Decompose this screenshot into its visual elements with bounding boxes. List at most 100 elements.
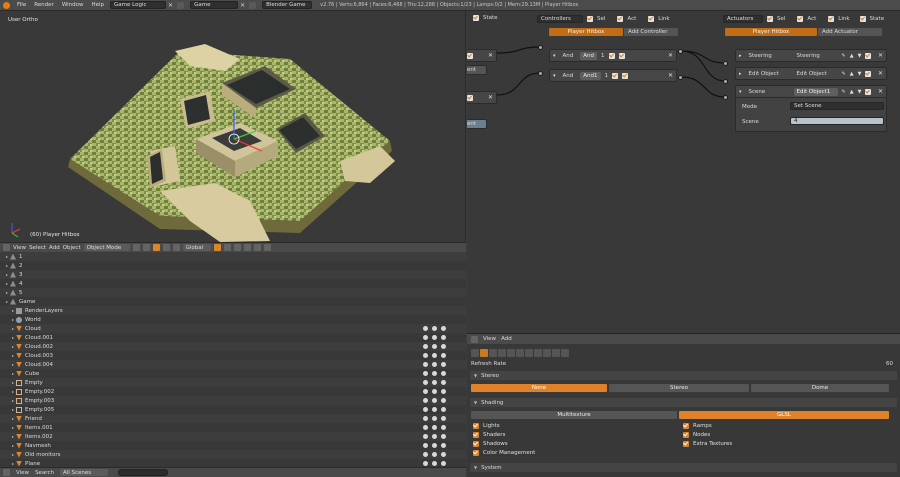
actuator-input-socket[interactable] <box>723 61 728 66</box>
close-icon[interactable]: ✕ <box>168 2 173 9</box>
outliner-item-label[interactable]: World <box>25 317 41 323</box>
eye-icon[interactable] <box>423 434 428 439</box>
layer-4-icon[interactable] <box>243 244 251 251</box>
outliner-item-label[interactable]: Empty.002 <box>25 389 54 395</box>
active-checkbox[interactable] <box>467 52 473 59</box>
camera-icon[interactable] <box>441 371 446 376</box>
act-checkbox[interactable] <box>797 16 804 22</box>
actuator-input-socket[interactable] <box>723 79 728 84</box>
active-checkbox[interactable] <box>618 52 625 59</box>
extra-textures-checkbox[interactable] <box>683 441 689 447</box>
outliner-item-label[interactable]: Items.002 <box>25 434 53 440</box>
expand-icon[interactable]: ▸ <box>10 461 16 466</box>
outliner-item-label[interactable]: Friend <box>25 416 42 422</box>
camera-icon[interactable] <box>441 335 446 340</box>
sensor-field[interactable]: ent <box>467 119 487 129</box>
actuator-brick[interactable]: ▾ Scene Edit Object1 ✎ ▲ ▼ ✕ <box>735 85 887 98</box>
controller-brick[interactable]: ▾ And And1 1 ✕ <box>549 69 677 82</box>
outliner-row[interactable]: ▸ Friend <box>0 414 466 423</box>
menu-object[interactable]: Object <box>63 245 81 251</box>
outliner-row[interactable]: ▸ Empty <box>0 378 466 387</box>
system-panel-header[interactable]: ▼ System <box>470 463 897 472</box>
expand-icon[interactable]: ▸ <box>739 71 742 77</box>
eye-icon[interactable] <box>423 371 428 376</box>
outliner-item-label[interactable]: Plane <box>25 461 40 467</box>
cursor-icon[interactable] <box>432 443 437 448</box>
outliner-item-label[interactable]: Empty <box>25 380 43 386</box>
expand-icon[interactable]: ▸ <box>10 326 16 331</box>
stereo-stereo-button[interactable]: Stereo <box>609 384 749 392</box>
expand-icon[interactable]: ▸ <box>10 335 16 340</box>
ramps-checkbox[interactable] <box>683 423 689 429</box>
editor-type-icon[interactable] <box>3 244 10 251</box>
snap-icon[interactable] <box>253 244 261 251</box>
controller-output-socket[interactable] <box>678 75 683 80</box>
camera-icon[interactable] <box>441 407 446 412</box>
shaders-checkbox-row[interactable]: Shaders <box>473 432 505 438</box>
sel-checkbox[interactable] <box>587 16 593 22</box>
preference-checkbox[interactable] <box>608 52 615 59</box>
editor-type-icon[interactable] <box>471 335 478 343</box>
close-icon[interactable]: ✕ <box>878 88 883 95</box>
menu-add[interactable]: Add <box>49 245 60 251</box>
layer-2-icon[interactable] <box>223 244 231 251</box>
outliner-item-label[interactable]: Game <box>19 299 35 305</box>
outliner-item-label[interactable]: Empty.005 <box>25 407 54 413</box>
move-down-icon[interactable]: ▼ <box>858 89 862 95</box>
lights-checkbox-row[interactable]: Lights <box>473 423 500 429</box>
eye-icon[interactable] <box>423 326 428 331</box>
pin-icon[interactable]: ✎ <box>842 89 846 95</box>
layer-1-icon[interactable] <box>213 244 221 251</box>
move-up-icon[interactable]: ▲ <box>850 53 854 59</box>
menu-view[interactable]: View <box>16 470 29 476</box>
move-down-icon[interactable]: ▼ <box>858 71 862 77</box>
outliner-item-label[interactable]: Navmesh <box>25 443 51 449</box>
move-up-icon[interactable]: ▲ <box>850 71 854 77</box>
outliner-item-label[interactable]: 1 <box>19 254 23 260</box>
close-icon[interactable]: ✕ <box>240 2 245 9</box>
menu-window[interactable]: Window <box>58 2 88 8</box>
shading-multitexture-button[interactable]: Multitexture <box>471 411 677 419</box>
move-down-icon[interactable]: ▼ <box>858 53 862 59</box>
active-checkbox[interactable] <box>467 94 473 101</box>
display-mode-select[interactable]: All Scenes <box>59 469 108 476</box>
expand-icon[interactable]: ▸ <box>4 299 10 304</box>
scene-tab-icon[interactable] <box>489 349 497 357</box>
pin-icon[interactable]: ✎ <box>842 71 846 77</box>
camera-icon[interactable] <box>441 326 446 331</box>
ramps-checkbox-row[interactable]: Ramps <box>683 423 712 429</box>
outliner-row[interactable]: ▸ Empty.003 <box>0 396 466 405</box>
object-tab-icon[interactable] <box>507 349 515 357</box>
eye-icon[interactable] <box>423 362 428 367</box>
cursor-icon[interactable] <box>432 344 437 349</box>
sensor-field[interactable]: ent <box>467 65 487 75</box>
expand-icon[interactable]: ▸ <box>10 362 16 367</box>
cursor-icon[interactable] <box>432 461 437 466</box>
state-checkbox[interactable] <box>473 15 479 21</box>
cursor-icon[interactable] <box>432 326 437 331</box>
data-tab-icon[interactable] <box>534 349 542 357</box>
active-checkbox[interactable] <box>865 88 872 95</box>
menu-add[interactable]: Add <box>501 336 512 342</box>
expand-icon[interactable]: ▸ <box>4 290 10 295</box>
stereo-dome-button[interactable]: Dome <box>751 384 889 392</box>
cursor-icon[interactable] <box>432 425 437 430</box>
move-up-icon[interactable]: ▲ <box>850 89 854 95</box>
eye-icon[interactable] <box>423 353 428 358</box>
outliner-row[interactable]: ▸ Cloud.001 <box>0 333 466 342</box>
camera-icon[interactable] <box>441 434 446 439</box>
outliner-row[interactable]: ▸ Cube <box>0 369 466 378</box>
outliner-item-label[interactable]: Cloud.002 <box>25 344 53 350</box>
outliner-row[interactable]: ▸ 3 <box>0 270 466 279</box>
outliner-row[interactable]: ▸ 1 <box>0 252 466 261</box>
outliner-row[interactable]: ▸ 5 <box>0 288 466 297</box>
material-tab-icon[interactable] <box>543 349 551 357</box>
expand-icon[interactable]: ▸ <box>4 281 10 286</box>
camera-icon[interactable] <box>441 416 446 421</box>
outliner-item-label[interactable]: Empty.003 <box>25 398 54 404</box>
act-checkbox[interactable] <box>617 16 624 22</box>
search-input[interactable] <box>117 469 168 476</box>
controller-state[interactable]: 1 <box>601 53 605 59</box>
refresh-rate-value[interactable]: 60 <box>886 361 893 367</box>
collapse-icon[interactable]: ▾ <box>739 89 742 95</box>
